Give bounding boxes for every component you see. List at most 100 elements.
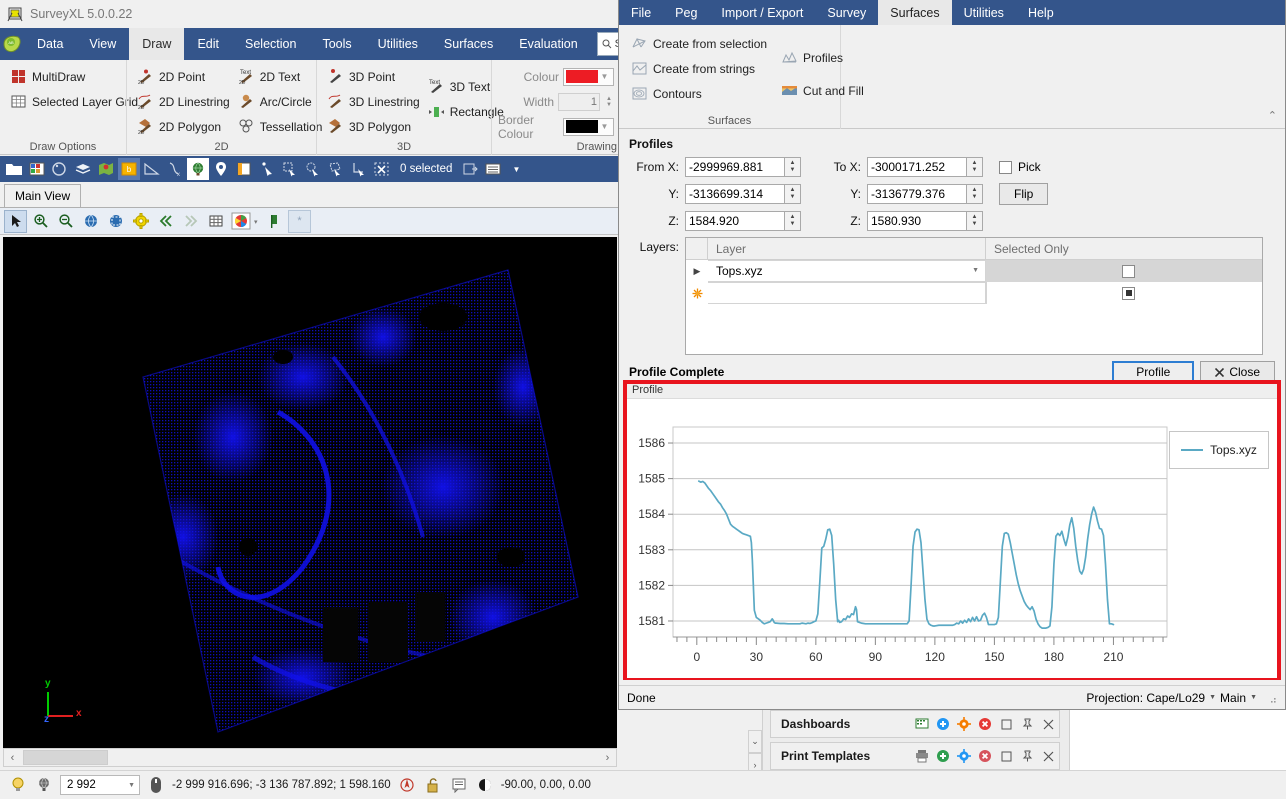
to-y-input[interactable]: -3136779.376 <box>867 184 967 204</box>
ribbon-item-create-from-strings[interactable]: Create from strings <box>627 56 771 81</box>
open-folder-icon[interactable] <box>3 158 25 180</box>
map-icon[interactable] <box>95 158 117 180</box>
scale-combo[interactable]: 2 992 ▼ <box>60 775 140 795</box>
pin-icon[interactable] <box>1020 749 1034 763</box>
dock-nav-down-icon[interactable]: ⌄ <box>748 730 762 753</box>
clear-selection-icon[interactable] <box>371 158 393 180</box>
ribbon-tab-utilities[interactable]: Utilities <box>365 28 431 60</box>
ribbon-tab-view[interactable]: View <box>76 28 129 60</box>
flip-button[interactable]: Flip <box>999 183 1048 205</box>
dock-row-dashboards[interactable]: Dashboards <box>770 710 1060 738</box>
ribbon-search-box[interactable]: Search <box>597 32 620 56</box>
select-rectangle-icon[interactable] <box>279 158 301 180</box>
pin-icon[interactable] <box>1020 717 1034 731</box>
scroll-right-arrow-icon[interactable]: › <box>599 752 616 764</box>
gear-icon[interactable] <box>957 749 971 763</box>
from-z-stepper[interactable]: ▲▼ <box>785 211 801 231</box>
colour-scheme-icon[interactable]: ▾ <box>229 210 261 233</box>
layers-icon[interactable] <box>72 158 94 180</box>
table-row[interactable]: ▶ Tops.xyz ▼ <box>686 260 1262 282</box>
border-colour-picker[interactable]: ▼ <box>563 118 614 136</box>
delete-icon[interactable] <box>978 717 992 731</box>
from-y-stepper[interactable]: ▲▼ <box>785 184 801 204</box>
width-stepper[interactable]: ▲▼ <box>604 96 614 108</box>
colour-picker[interactable]: ▼ <box>563 68 614 86</box>
ribbon-tab-evaluation[interactable]: Evaluation <box>506 28 590 60</box>
unlock-icon[interactable] <box>423 775 443 795</box>
north-arrow-icon[interactable] <box>397 775 417 795</box>
measure-angle-icon[interactable] <box>141 158 163 180</box>
data-table-icon[interactable] <box>26 158 48 180</box>
from-y-input[interactable]: -3136699.314 <box>685 184 785 204</box>
chevron-down-icon[interactable]: ▼ <box>598 72 611 81</box>
new-layer-cell[interactable] <box>708 282 986 304</box>
image-overlay-icon[interactable]: b <box>118 158 140 180</box>
ribbon-item-3d-point[interactable]: 3D Point <box>323 64 424 89</box>
ribbon-item-2d-linestring[interactable]: 2D 2D Linestring <box>133 89 234 114</box>
lightbulb-icon[interactable] <box>8 775 28 795</box>
rotation-icon[interactable] <box>475 775 495 795</box>
canvas-horizontal-scrollbar[interactable]: ‹ › <box>3 748 617 767</box>
ribbon-item-contours[interactable]: Contours <box>627 81 771 106</box>
new-selected-only-cell[interactable] <box>986 282 1262 304</box>
note-icon[interactable] <box>449 775 469 795</box>
select-polygon-icon[interactable] <box>325 158 347 180</box>
ribbon-tab-data[interactable]: Data <box>24 28 76 60</box>
ribbon-tab-surfaces[interactable]: Surfaces <box>431 28 506 60</box>
ribbon-item-multidraw[interactable]: MultiDraw <box>6 64 120 89</box>
zoom-extents-icon[interactable] <box>79 210 102 233</box>
ribbon-item-3d-polygon[interactable]: 3D Polygon <box>323 114 424 139</box>
palette-icon[interactable] <box>49 158 71 180</box>
ribbon-item-arc-circle[interactable]: Arc/Circle <box>234 89 327 114</box>
3d-point-cloud-view[interactable]: y x z <box>3 237 617 748</box>
grid-toggle-icon[interactable] <box>204 210 227 233</box>
chevron-down-icon[interactable]: ▼ <box>1209 694 1216 701</box>
ribbon-app-button[interactable]: AB <box>0 28 24 60</box>
dock-row-print-templates[interactable]: Print Templates <box>770 742 1060 770</box>
maximize-icon[interactable] <box>999 749 1013 763</box>
close-icon[interactable] <box>1041 717 1055 731</box>
ribbon-item-3d-linestring[interactable]: 3D Linestring <box>323 89 424 114</box>
next-view-icon[interactable] <box>179 210 202 233</box>
dialog-tab-help[interactable]: Help <box>1016 0 1066 25</box>
zoom-in-icon[interactable] <box>29 210 52 233</box>
add-icon[interactable] <box>936 717 950 731</box>
previous-view-icon[interactable] <box>154 210 177 233</box>
select-point-icon[interactable] <box>256 158 278 180</box>
dialog-tab-surfaces[interactable]: Surfaces <box>878 0 951 25</box>
to-y-stepper[interactable]: ▲▼ <box>967 184 983 204</box>
selected-only-checkbox-partial[interactable] <box>1122 287 1135 300</box>
ribbon-tab-tools[interactable]: Tools <box>309 28 364 60</box>
select-crop-icon[interactable] <box>348 158 370 180</box>
dialog-tab-survey[interactable]: Survey <box>815 0 878 25</box>
add-icon[interactable] <box>936 749 950 763</box>
dialog-tab-strip[interactable]: File Peg Import / Export Survey Surfaces… <box>619 0 1285 25</box>
ribbon-tab-draw[interactable]: Draw <box>129 28 184 60</box>
tab-main-view[interactable]: Main View <box>4 184 81 207</box>
dashboard-grid-icon[interactable] <box>915 717 929 731</box>
ribbon-item-2d-point[interactable]: 2D 2D Point <box>133 64 234 89</box>
gear-icon[interactable] <box>957 717 971 731</box>
zoom-previous-icon[interactable] <box>104 210 127 233</box>
chevron-down-icon[interactable]: ▼ <box>598 122 611 131</box>
dialog-tab-import-export[interactable]: Import / Export <box>709 0 815 25</box>
ribbon-tab-edit[interactable]: Edit <box>184 28 232 60</box>
ribbon-item-create-from-selection[interactable]: Create from selection <box>627 31 771 56</box>
ribbon-item-2d-polygon[interactable]: 2D 2D Polygon <box>133 114 234 139</box>
flag-marker-icon[interactable] <box>263 210 286 233</box>
pointer-tool-icon[interactable] <box>4 210 27 233</box>
layer-combo[interactable]: Tops.xyz ▼ <box>708 260 986 282</box>
scroll-left-arrow-icon[interactable]: ‹ <box>4 752 21 764</box>
maximize-icon[interactable] <box>999 717 1013 731</box>
selected-only-checkbox[interactable] <box>1122 265 1135 278</box>
zoom-out-icon[interactable] <box>54 210 77 233</box>
to-z-input[interactable]: 1580.930 <box>867 211 967 231</box>
settings-gear-icon[interactable] <box>129 210 152 233</box>
map-pin-icon[interactable] <box>210 158 232 180</box>
dialog-tab-peg[interactable]: Peg <box>663 0 709 25</box>
favorites-icon[interactable]: * <box>288 210 311 233</box>
ribbon-tab-strip[interactable]: AB Data View Draw Edit Selection Tools U… <box>0 28 620 60</box>
view-label[interactable]: Main <box>1220 691 1246 705</box>
select-circle-icon[interactable] <box>302 158 324 180</box>
collapse-ribbon-chevron-icon[interactable]: ⌃ <box>1268 109 1277 122</box>
